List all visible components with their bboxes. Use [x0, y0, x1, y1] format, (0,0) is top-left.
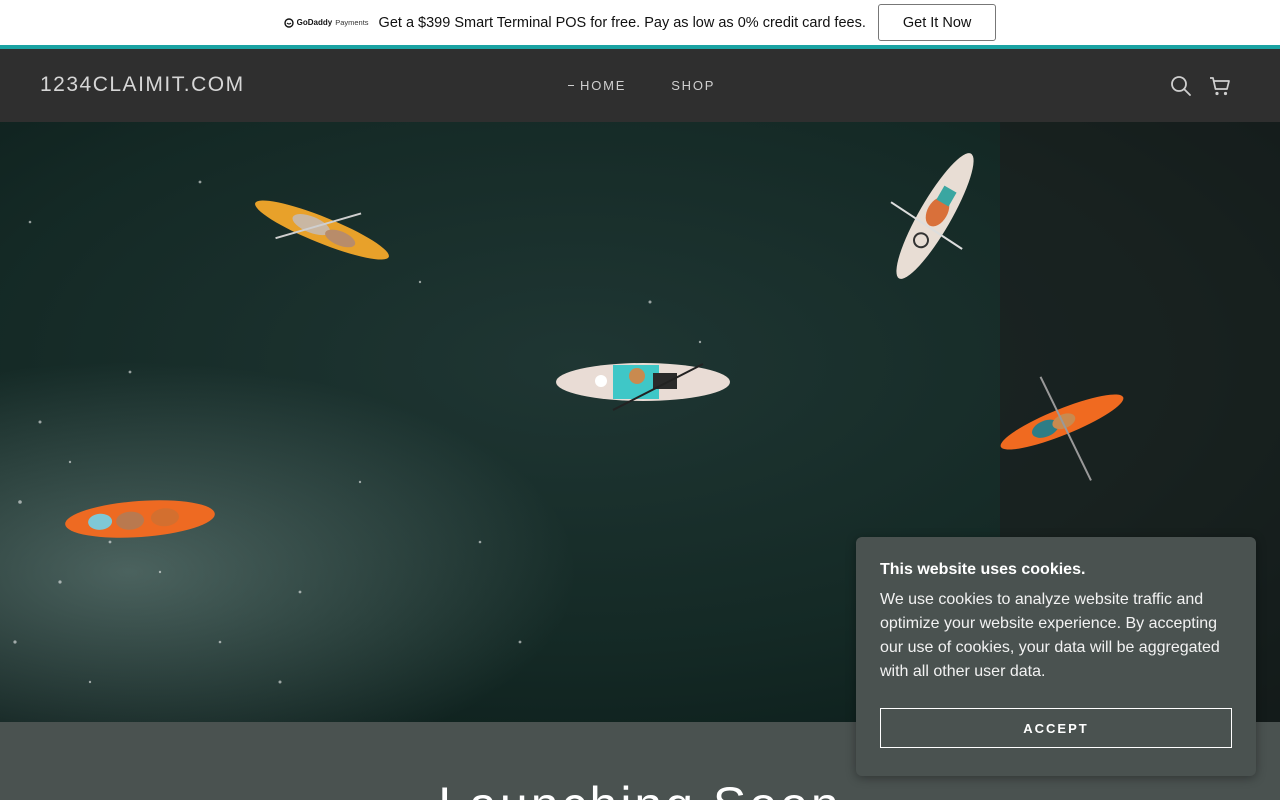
launching-heading: Launching Soon [0, 776, 1280, 800]
cookie-message: We use cookies to analyze website traffi… [880, 591, 1220, 680]
nav-shop-label: SHOP [671, 78, 716, 93]
logo-brand: GoDaddy [296, 18, 333, 27]
godaddy-payments-logo: GoDaddy Payments [283, 17, 369, 28]
cookie-banner: This website uses cookies. We use cookie… [856, 537, 1256, 776]
nav-home[interactable]: HOME [568, 78, 626, 93]
cookie-title: This website uses cookies. [880, 561, 1086, 578]
main-nav: HOME SHOP [568, 78, 715, 93]
site-header: 1234CLAIMIT.COM HOME SHOP [0, 49, 1280, 122]
site-title[interactable]: 1234CLAIMIT.COM [40, 73, 245, 97]
godaddy-logo-icon [283, 17, 294, 28]
active-indicator [568, 85, 574, 86]
search-icon[interactable] [1170, 75, 1192, 97]
get-it-now-button[interactable]: Get It Now [877, 4, 997, 41]
promo-bar: GoDaddy Payments Get a $399 Smart Termin… [0, 0, 1280, 45]
accept-cookies-button[interactable]: ACCEPT [880, 708, 1232, 748]
cart-icon[interactable] [1209, 75, 1231, 97]
nav-home-label: HOME [580, 78, 627, 93]
promo-text: Get a $399 Smart Terminal POS for free. … [378, 14, 866, 31]
logo-sub: Payments [335, 18, 369, 27]
nav-shop[interactable]: SHOP [671, 78, 715, 93]
